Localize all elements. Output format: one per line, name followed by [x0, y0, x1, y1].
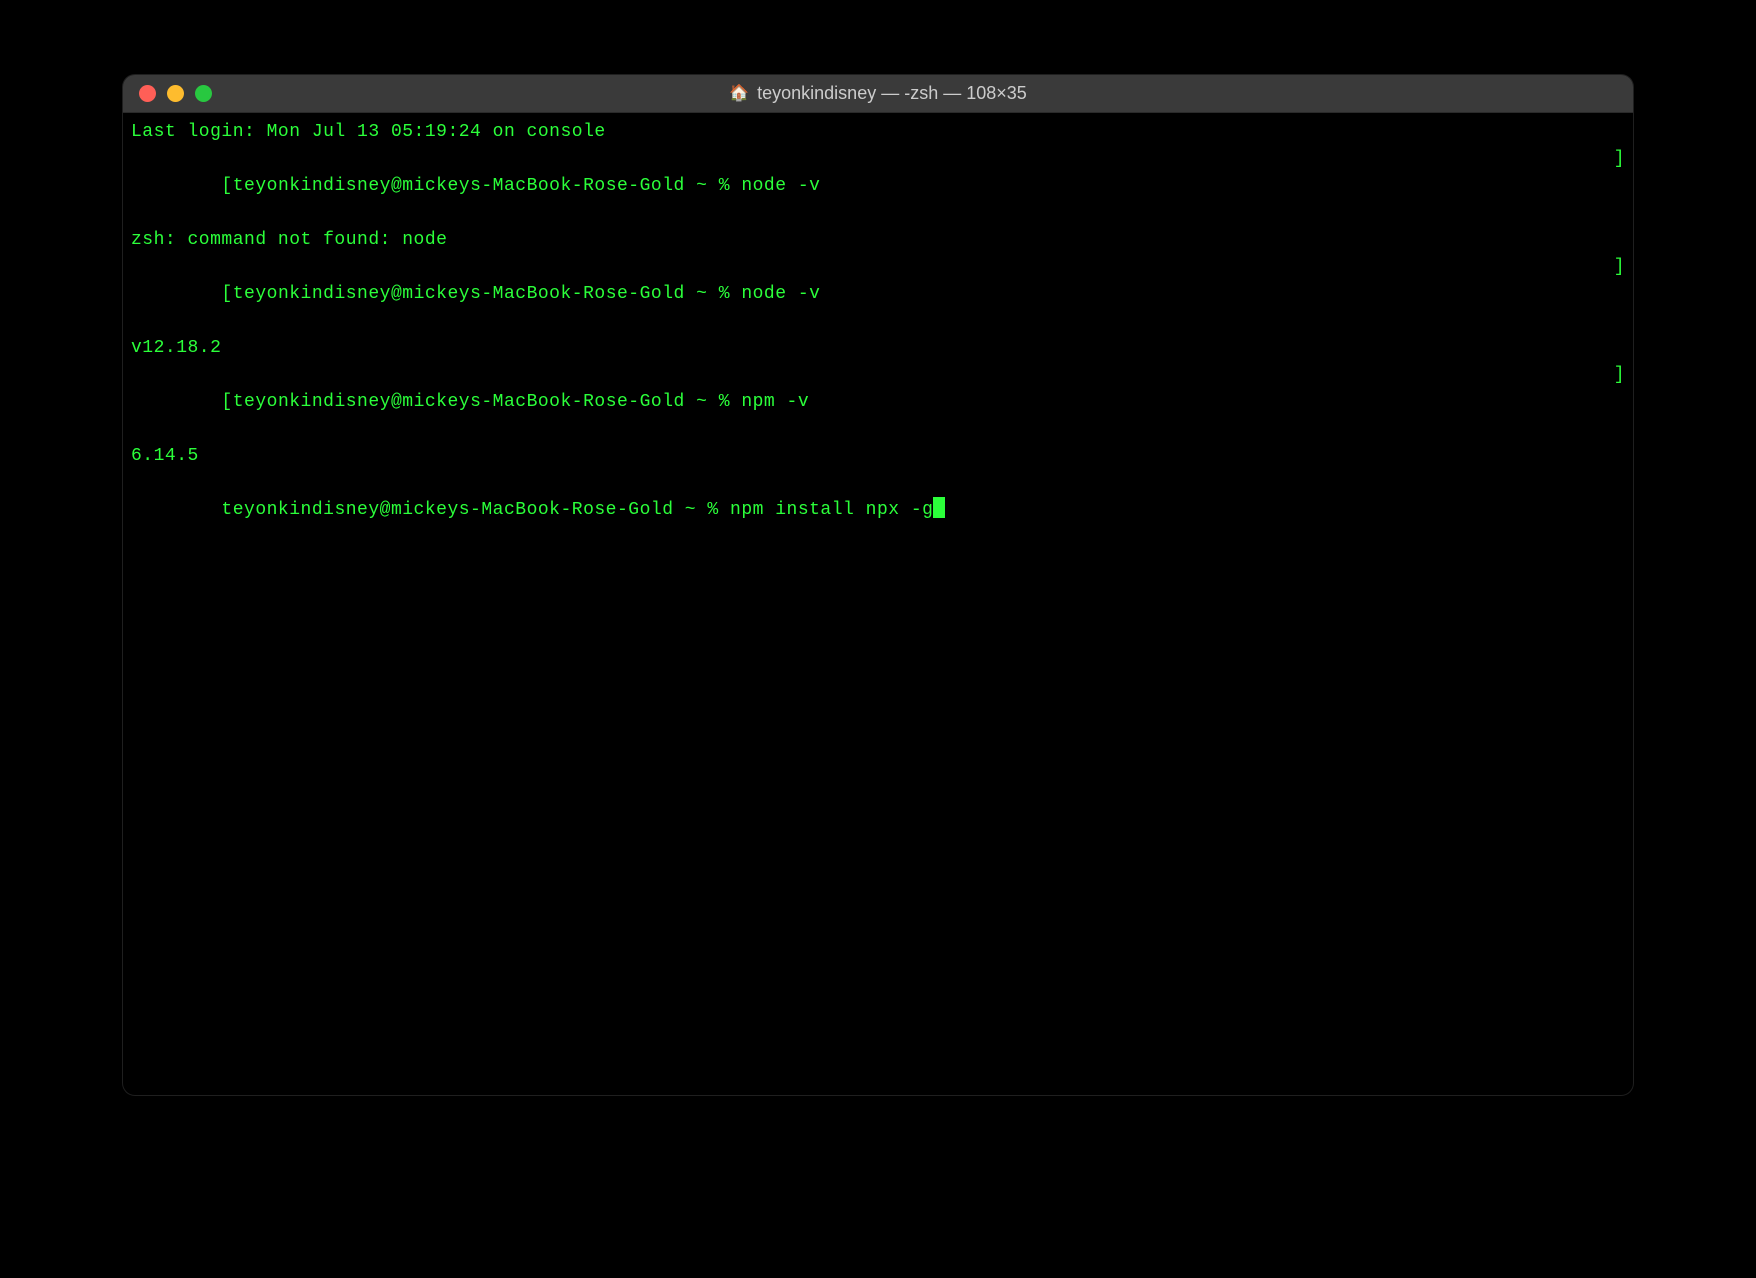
terminal-line: zsh: command not found: node — [131, 227, 1625, 254]
prompt-bracket-open: [ — [221, 392, 232, 412]
prompt-bracket-open: [ — [221, 284, 232, 304]
terminal-line: [teyonkindisney@mickeys-MacBook-Rose-Gol… — [131, 254, 1625, 335]
terminal-line: teyonkindisney@mickeys-MacBook-Rose-Gold… — [131, 470, 1625, 551]
terminal-line: [teyonkindisney@mickeys-MacBook-Rose-Gol… — [131, 362, 1625, 443]
prompt-bracket-close: ] — [1614, 362, 1625, 443]
prompt-text: teyonkindisney@mickeys-MacBook-Rose-Gold… — [233, 392, 742, 412]
cursor-block — [933, 497, 945, 518]
title-bar[interactable]: 🏠 teyonkindisney — -zsh — 108×35 — [123, 75, 1633, 113]
traffic-lights — [123, 85, 212, 102]
terminal-line: v12.18.2 — [131, 335, 1625, 362]
prompt-text: teyonkindisney@mickeys-MacBook-Rose-Gold… — [233, 284, 742, 304]
prompt-text: teyonkindisney@mickeys-MacBook-Rose-Gold… — [221, 500, 730, 520]
output-text: zsh: command not found: node — [131, 227, 447, 254]
terminal-line: 6.14.5 — [131, 443, 1625, 470]
home-icon: 🏠 — [729, 86, 749, 102]
output-text: v12.18.2 — [131, 335, 221, 362]
close-button[interactable] — [139, 85, 156, 102]
maximize-button[interactable] — [195, 85, 212, 102]
window-title: teyonkindisney — -zsh — 108×35 — [757, 83, 1027, 104]
window-title-container: 🏠 teyonkindisney — -zsh — 108×35 — [729, 83, 1027, 104]
prompt-text: teyonkindisney@mickeys-MacBook-Rose-Gold… — [233, 176, 742, 196]
prompt-bracket-close: ] — [1614, 254, 1625, 335]
current-command-text: npm install npx -g — [730, 500, 933, 520]
command-text: node -v — [741, 284, 820, 304]
prompt-bracket-close: ] — [1614, 146, 1625, 227]
command-text: node -v — [741, 176, 820, 196]
output-text: 6.14.5 — [131, 443, 199, 470]
minimize-button[interactable] — [167, 85, 184, 102]
last-login-text: Last login: Mon Jul 13 05:19:24 on conso… — [131, 119, 606, 146]
command-text: npm -v — [741, 392, 809, 412]
terminal-body[interactable]: Last login: Mon Jul 13 05:19:24 on conso… — [123, 113, 1633, 1095]
prompt-bracket-open: [ — [221, 176, 232, 196]
terminal-line: [teyonkindisney@mickeys-MacBook-Rose-Gol… — [131, 146, 1625, 227]
terminal-window: 🏠 teyonkindisney — -zsh — 108×35 Last lo… — [123, 75, 1633, 1095]
terminal-line: Last login: Mon Jul 13 05:19:24 on conso… — [131, 119, 1625, 146]
